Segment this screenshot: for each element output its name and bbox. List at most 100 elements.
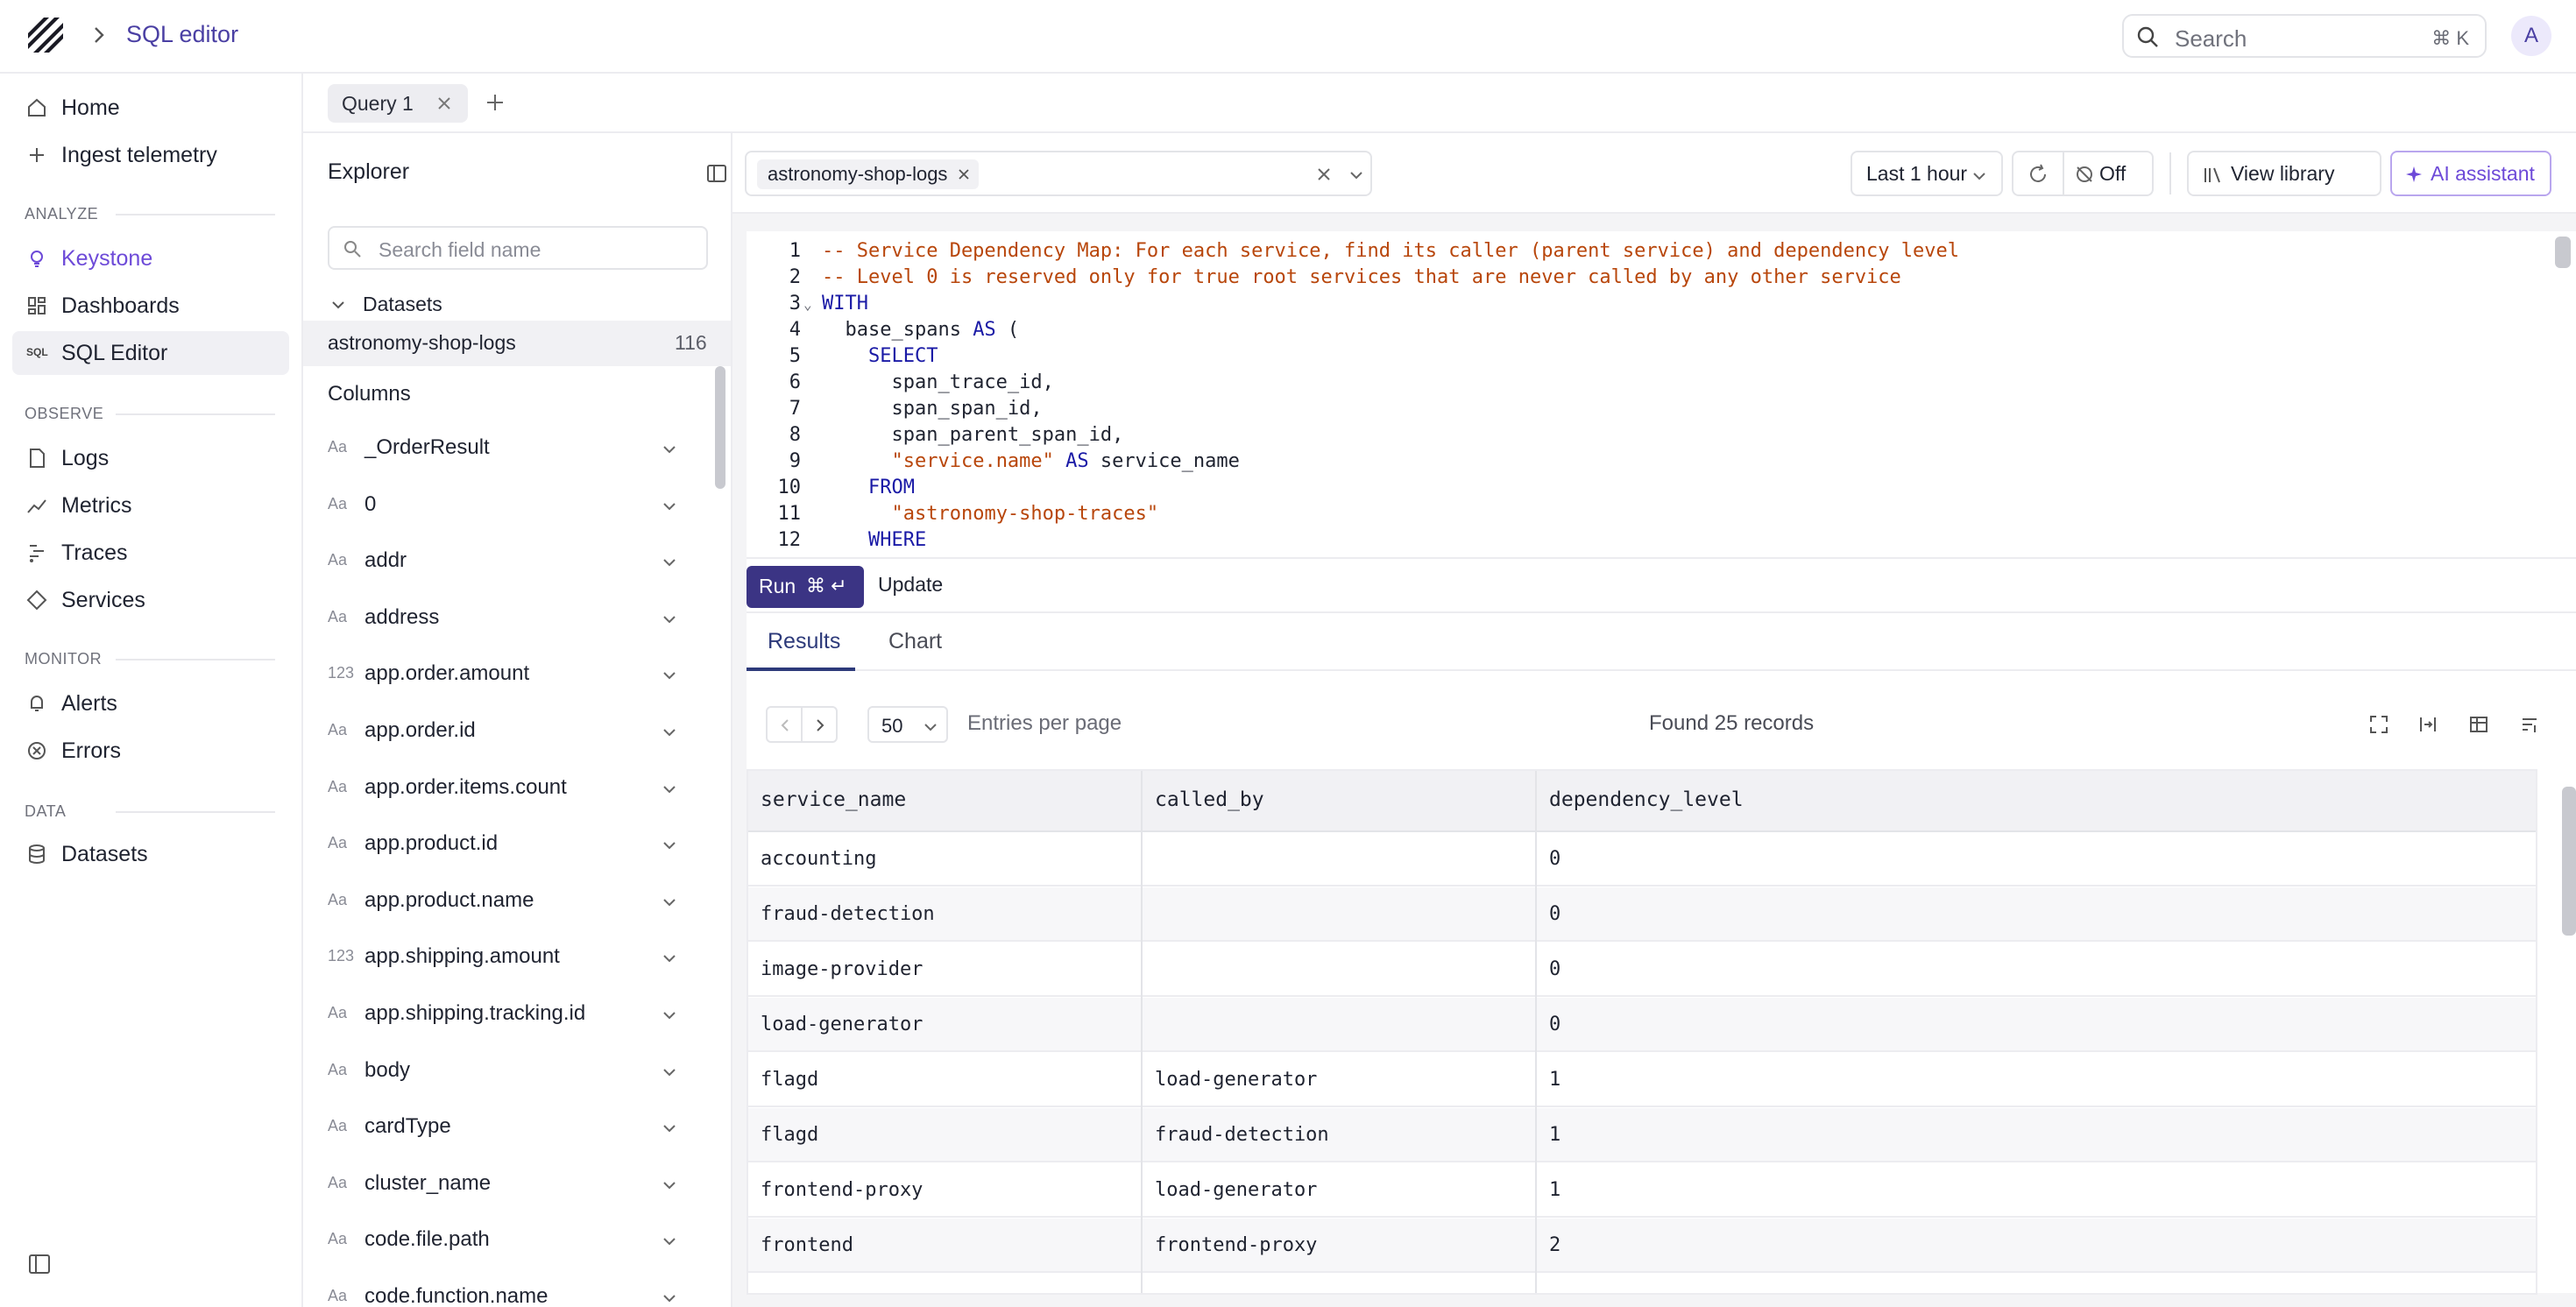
- column-item[interactable]: Aa 0: [303, 477, 718, 533]
- chevron-down-icon[interactable]: [661, 1120, 678, 1137]
- sidebar-item-logs[interactable]: Logs: [12, 436, 289, 480]
- column-item[interactable]: Aa app.shipping.tracking.id: [303, 986, 718, 1042]
- chevron-down-icon[interactable]: [661, 837, 678, 854]
- column-item[interactable]: Aa _OrderResult: [303, 420, 718, 477]
- chevron-down-icon[interactable]: [661, 611, 678, 628]
- column-item[interactable]: Aa cluster_name: [303, 1156, 718, 1212]
- auto-refresh-off-icon[interactable]: [2075, 165, 2094, 184]
- chevron-down-icon[interactable]: [661, 1063, 678, 1081]
- sidebar-item-traces[interactable]: Traces: [12, 531, 289, 575]
- column-header[interactable]: dependency_level: [1549, 788, 1744, 811]
- column-item[interactable]: Aa body: [303, 1043, 718, 1099]
- column-item[interactable]: Aa addr: [303, 533, 718, 590]
- column-item[interactable]: Aa app.product.name: [303, 873, 718, 929]
- chevron-down-icon[interactable]: [661, 667, 678, 684]
- column-item[interactable]: Aa code.function.name: [303, 1269, 718, 1307]
- remove-chip-icon[interactable]: [958, 168, 970, 180]
- column-item[interactable]: 123 app.order.amount: [303, 646, 718, 703]
- sidebar-item-ingest-telemetry[interactable]: Ingest telemetry: [12, 133, 289, 177]
- run-button[interactable]: Run ⌘ ↵: [747, 566, 864, 608]
- chevron-down-icon[interactable]: [661, 554, 678, 571]
- editor-scrollbar[interactable]: [2555, 237, 2571, 268]
- expand-icon[interactable]: [2369, 715, 2388, 734]
- column-header[interactable]: service_name: [761, 788, 906, 811]
- fit-columns-icon[interactable]: [2418, 715, 2438, 734]
- chevron-down-icon[interactable]: [661, 1289, 678, 1307]
- chevron-down-icon[interactable]: [661, 441, 678, 458]
- database-icon: [29, 844, 45, 864]
- code-token: (: [995, 319, 1020, 341]
- column-item[interactable]: Aa address: [303, 590, 718, 646]
- column-item[interactable]: 123 app.shipping.amount: [303, 929, 718, 986]
- sidebar-item-home[interactable]: Home: [12, 86, 289, 130]
- update-button[interactable]: Update: [878, 573, 943, 597]
- clear-icon[interactable]: [1316, 166, 1332, 182]
- chevron-down-icon[interactable]: [661, 498, 678, 515]
- dataset-item[interactable]: astronomy-shop-logs 116: [303, 321, 731, 366]
- add-tab-icon[interactable]: [484, 91, 506, 114]
- time-range-select[interactable]: Last 1 hour: [1851, 151, 2003, 196]
- dataset-select[interactable]: astronomy-shop-logs: [745, 151, 1372, 196]
- chevron-down-icon[interactable]: [661, 950, 678, 967]
- next-page-button[interactable]: [801, 706, 838, 743]
- app-logo-icon[interactable]: [26, 16, 65, 54]
- view-library-button[interactable]: View library: [2187, 151, 2381, 196]
- column-name: app.order.amount: [364, 661, 530, 686]
- sort-icon[interactable]: [2520, 715, 2539, 734]
- column-item[interactable]: Aa code.file.path: [303, 1212, 718, 1268]
- table-scrollbar[interactable]: [2562, 787, 2576, 936]
- table-view-icon[interactable]: [2469, 715, 2488, 734]
- chevron-down-icon[interactable]: [661, 1007, 678, 1024]
- chevron-down-icon[interactable]: [661, 1233, 678, 1250]
- chevron-down-icon[interactable]: [661, 894, 678, 911]
- toggle-panel-icon[interactable]: [706, 163, 727, 184]
- column-item[interactable]: Aa app.order.id: [303, 703, 718, 759]
- sidebar-item-services[interactable]: Services: [12, 578, 289, 622]
- search-icon: [2137, 26, 2158, 47]
- ai-assistant-button[interactable]: AI assistant: [2390, 151, 2551, 196]
- chevron-down-icon[interactable]: [1348, 166, 1365, 184]
- table-row[interactable]: fraud-detection 0: [748, 887, 2536, 942]
- line-number: 1: [789, 240, 801, 262]
- chevron-down-icon[interactable]: [661, 724, 678, 741]
- chevron-down-icon[interactable]: [661, 781, 678, 798]
- sidebar-item-errors[interactable]: Errors: [12, 729, 289, 773]
- entries-per-page-select[interactable]: 50: [867, 706, 948, 743]
- column-item[interactable]: Aa app.product.id: [303, 816, 718, 873]
- string-type-icon: Aa: [328, 1230, 348, 1248]
- refresh-icon[interactable]: [2028, 164, 2049, 185]
- collapse-sidebar-icon[interactable]: [28, 1253, 51, 1275]
- sidebar-item-metrics[interactable]: Metrics: [12, 484, 289, 527]
- column-item[interactable]: Aa cardType: [303, 1099, 718, 1155]
- tab-chart[interactable]: Chart: [888, 629, 942, 654]
- table-row[interactable]: frontend-proxy load-generator 1: [748, 1163, 2536, 1218]
- table-row[interactable]: frontend frontend-proxy 2: [748, 1219, 2536, 1273]
- global-search-input[interactable]: Search ⌘ K: [2122, 14, 2487, 58]
- table-row[interactable]: load-generator 0: [748, 998, 2536, 1052]
- field-search-input[interactable]: Search field name: [328, 226, 708, 270]
- sidebar-item-datasets[interactable]: Datasets: [12, 832, 289, 876]
- avatar[interactable]: A: [2511, 16, 2551, 56]
- tab-results[interactable]: Results: [768, 629, 840, 654]
- sql-code-editor[interactable]: 1 -- Service Dependency Map: For each ser…: [747, 231, 2576, 557]
- column-item[interactable]: Aa app.order.items.count: [303, 760, 718, 816]
- explorer-scrollbar[interactable]: [715, 366, 725, 489]
- sidebar-item-sql-editor[interactable]: SQL SQL Editor: [12, 331, 289, 375]
- string-type-icon: Aa: [328, 1060, 348, 1078]
- sidebar-item-dashboards[interactable]: Dashboards: [12, 284, 289, 328]
- code-token: base_spans: [822, 319, 973, 341]
- chevron-down-icon[interactable]: [661, 1176, 678, 1194]
- table-row[interactable]: flagd load-generator 1: [748, 1053, 2536, 1107]
- fold-icon[interactable]: ⌄: [803, 296, 812, 313]
- table-row[interactable]: image-provider 0: [748, 943, 2536, 997]
- sidebar-item-alerts[interactable]: Alerts: [12, 682, 289, 725]
- previous-page-button[interactable]: [766, 706, 803, 743]
- column-header[interactable]: called_by: [1155, 788, 1264, 811]
- tab-query-1[interactable]: Query 1: [328, 84, 468, 123]
- sidebar-item-keystone[interactable]: Keystone: [12, 237, 289, 280]
- table-row[interactable]: accounting 0: [748, 832, 2536, 887]
- close-icon[interactable]: [436, 95, 452, 111]
- table-row[interactable]: flagd fraud-detection 1: [748, 1108, 2536, 1162]
- datasets-toggle[interactable]: Datasets: [328, 289, 696, 319]
- auto-refresh-label[interactable]: Off: [2099, 162, 2126, 186]
